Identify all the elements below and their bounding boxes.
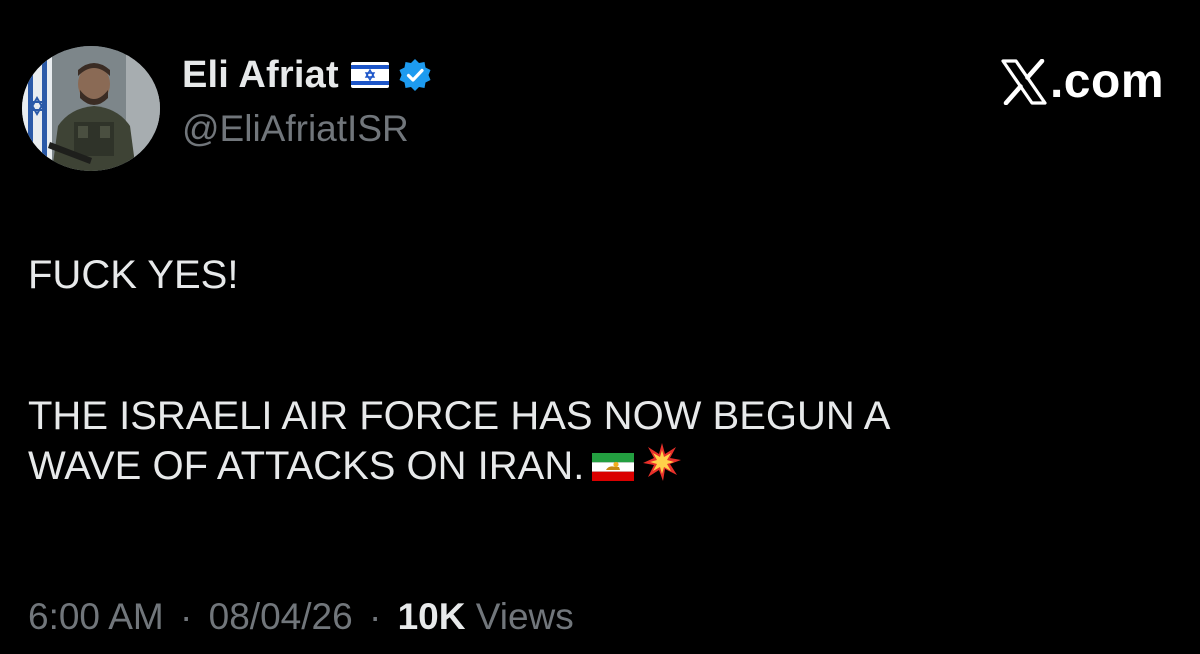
author-display-name[interactable]: Eli Afriat xyxy=(182,54,339,97)
site-watermark: .com xyxy=(1000,54,1164,109)
meta-separator: · xyxy=(180,596,193,637)
tweet-line-1: FUCK YES! xyxy=(28,253,239,297)
tweet-text: FUCK YES! THE ISRAELI AIR FORCE HAS NOW … xyxy=(28,250,1168,494)
tweet-line-3: WAVE OF ATTACKS ON IRAN. xyxy=(28,444,585,488)
meta-separator: · xyxy=(368,596,382,637)
tweet-line-2: THE ISRAELI AIR FORCE HAS NOW BEGUN A xyxy=(28,394,891,438)
tweet-line-3-wrapper: WAVE OF ATTACKS ON IRAN. xyxy=(28,441,1168,494)
views-count[interactable]: 10K xyxy=(398,596,466,637)
tweet-meta: 6:00 AM · 08/04/26 · 10K Views xyxy=(28,596,574,638)
tweet-date[interactable]: 08/04/26 xyxy=(209,596,353,637)
tweet-time[interactable]: 6:00 AM xyxy=(28,596,164,637)
iran-lion-sun-flag-icon xyxy=(592,443,635,493)
author-name-row: Eli Afriat xyxy=(182,50,433,100)
tweet-card: Eli Afriat @EliAfriatISR .com FUCK YES! … xyxy=(0,0,1200,654)
author-handle[interactable]: @EliAfriatISR xyxy=(182,108,433,150)
avatar[interactable] xyxy=(22,46,160,171)
views-label: Views xyxy=(475,596,574,637)
author-block: Eli Afriat @EliAfriatISR xyxy=(182,50,433,150)
x-logo-icon xyxy=(1000,58,1048,105)
israel-flag-icon xyxy=(350,62,389,88)
verified-badge-icon[interactable] xyxy=(397,57,433,93)
site-label: .com xyxy=(1049,55,1164,108)
avatar-photo xyxy=(22,46,160,171)
collision-icon xyxy=(642,442,682,494)
